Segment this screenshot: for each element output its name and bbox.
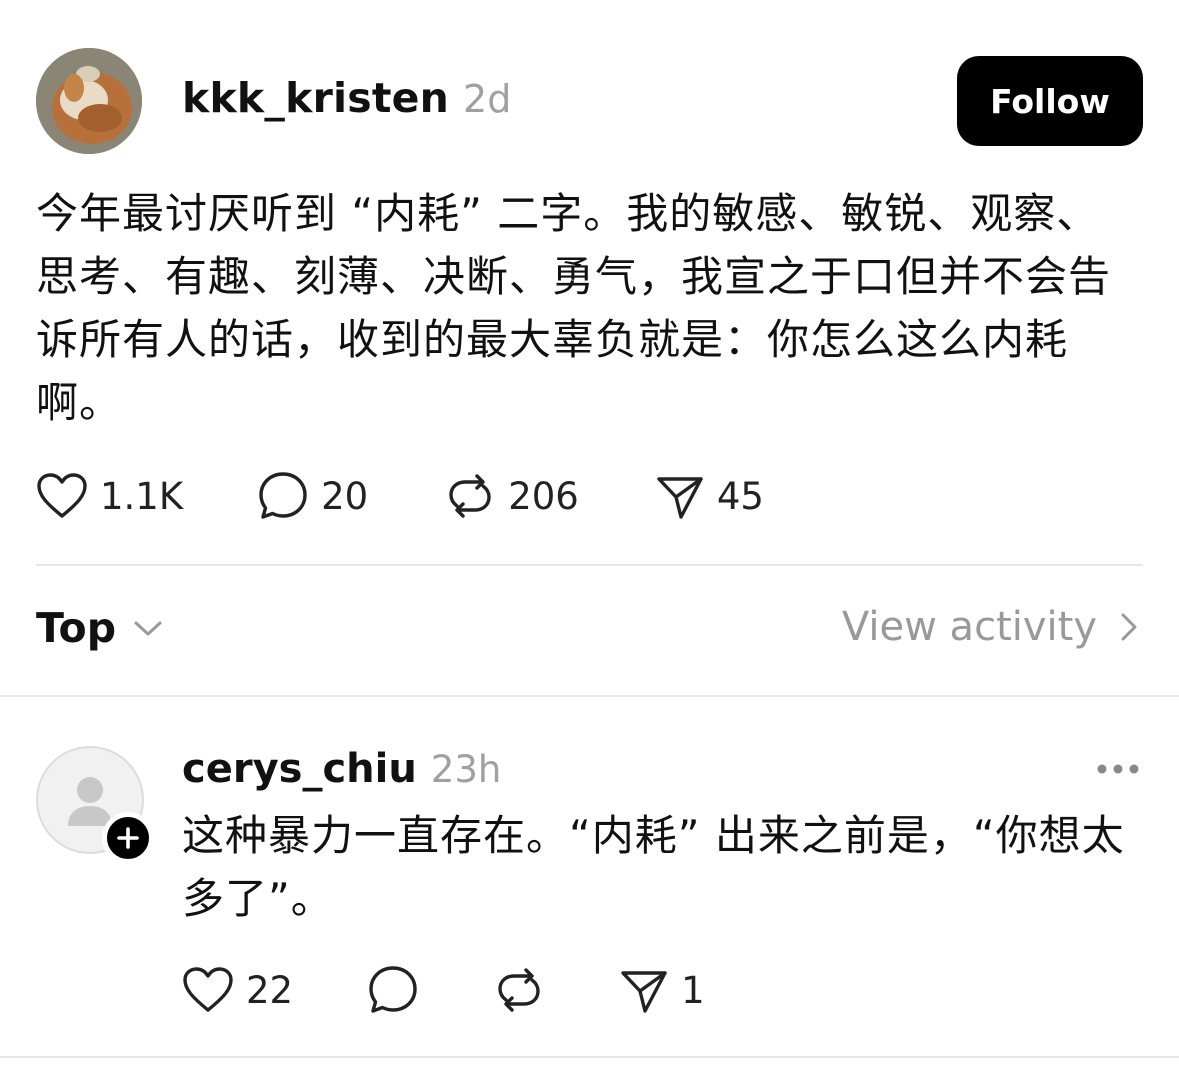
- reply-like-button[interactable]: 22: [182, 966, 293, 1014]
- speech-bubble-icon: [259, 472, 307, 519]
- sort-dropdown[interactable]: Top: [36, 604, 166, 652]
- avatar[interactable]: [36, 48, 142, 154]
- more-dots-icon: [1097, 764, 1139, 774]
- divider: [36, 564, 1143, 566]
- divider: [0, 695, 1179, 697]
- reply-like-count: 22: [246, 968, 294, 1012]
- chevron-right-icon: [1121, 613, 1137, 641]
- post-action-bar: 1.1K 20 206 45: [36, 468, 764, 524]
- reply-timestamp: 23h: [430, 748, 502, 791]
- reply-text: 这种暴力一直存在。“内耗” 出来之前是，“你想太多了”。: [182, 811, 1125, 923]
- reply-repost-button[interactable]: [493, 964, 545, 1016]
- follow-button[interactable]: Follow: [957, 56, 1143, 146]
- reply-item: cerys_chiu 23h 这种暴力一直存在。“内耗” 出来之前是，“你想太多…: [36, 746, 1143, 1046]
- thread-view: kkk_kristen 2d Follow 今年最讨厌听到 “内耗” 二字。我的…: [0, 0, 1179, 1066]
- view-activity-link[interactable]: View activity: [842, 604, 1143, 650]
- repost-count: 206: [508, 474, 579, 518]
- divider: [0, 1056, 1179, 1058]
- username-row: kkk_kristen 2d: [182, 74, 511, 122]
- heart-icon: [183, 967, 233, 1012]
- cat-avatar-image: [36, 48, 142, 154]
- view-activity-label: View activity: [841, 604, 1097, 650]
- more-options-button[interactable]: [1093, 754, 1143, 784]
- share-count: 45: [716, 474, 764, 518]
- comment-button[interactable]: 20: [257, 470, 368, 522]
- like-count: 1.1K: [100, 474, 184, 518]
- like-button[interactable]: 1.1K: [36, 472, 183, 520]
- comment-count: 20: [321, 474, 369, 518]
- reply-username-row: cerys_chiu 23h: [182, 746, 501, 792]
- reply-username[interactable]: cerys_chiu: [182, 746, 417, 792]
- share-button[interactable]: 45: [655, 471, 764, 521]
- post-text: 今年最讨厌听到 “内耗” 二字。我的敏感、敏锐、观察、思考、有趣、刻薄、决断、勇…: [36, 189, 1112, 427]
- paper-plane-icon: [621, 971, 667, 1013]
- paper-plane-icon: [657, 477, 703, 519]
- repost-button[interactable]: 206: [444, 470, 579, 522]
- reply-share-button[interactable]: 1: [619, 965, 705, 1015]
- replies-sort-row: Top View activity: [36, 600, 1143, 664]
- reply-share-count: 1: [681, 968, 705, 1012]
- sort-label: Top: [36, 604, 117, 652]
- post-header: kkk_kristen 2d Follow: [36, 48, 1143, 154]
- reply-comment-button[interactable]: [367, 964, 419, 1016]
- plus-icon: [117, 827, 139, 849]
- repost-arrows-icon: [498, 968, 540, 1012]
- chevron-down-icon: [134, 621, 162, 636]
- follow-plus-button[interactable]: [102, 812, 154, 864]
- post-username[interactable]: kkk_kristen: [182, 74, 449, 122]
- post-timestamp: 2d: [463, 77, 512, 121]
- repost-arrows-icon: [449, 474, 491, 518]
- speech-bubble-icon: [369, 966, 417, 1013]
- reply-action-bar: 22 1: [182, 962, 705, 1018]
- heart-icon: [37, 473, 87, 518]
